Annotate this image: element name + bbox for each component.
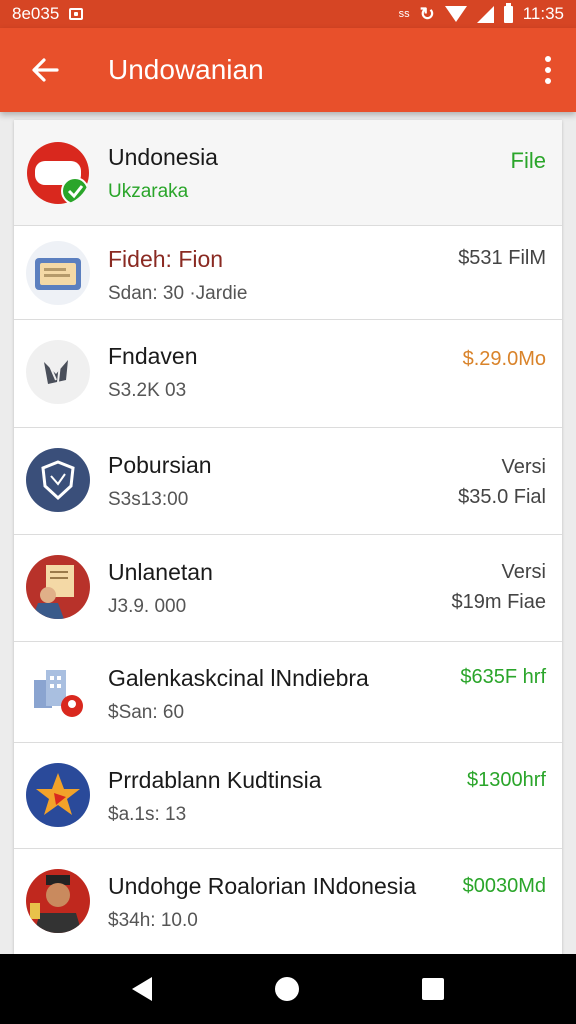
list-item[interactable]: Galenkaskcinal lNndiebra $San: 60 $635F … <box>14 642 562 743</box>
item-value: $.29.0Mo <box>463 344 546 374</box>
item-value: $1300hrf <box>467 765 546 795</box>
page-title: Undowanian <box>108 54 264 85</box>
item-title: Fndaven <box>108 343 198 369</box>
nav-recents-icon[interactable] <box>422 978 445 1000</box>
item-value: $0030Md <box>463 871 546 901</box>
status-bar: 8e035 ss ↻ 11:35 <box>0 0 576 28</box>
item-value-line1: Versi <box>501 561 546 583</box>
item-subtitle: J3.9. 000 <box>108 596 187 617</box>
person-document-icon <box>26 555 90 619</box>
item-subtitle: Sdan: 30 ·Jardie <box>108 283 248 304</box>
item-title: Undonesia <box>108 144 218 170</box>
item-title: Fideh: Fion <box>108 246 224 272</box>
navigation-bar <box>0 954 576 1024</box>
item-title: Galenkaskcinal lNndiebra <box>108 665 369 691</box>
item-value-line2: File <box>510 148 546 173</box>
list-item[interactable]: Fideh: Fion Sdan: 30 ·Jardie $531 FilM <box>14 226 562 320</box>
list-item[interactable]: Prrdablann Kudtinsia $a.1ѕ: 13 $1300hrf <box>14 743 562 849</box>
arrow-back-icon <box>32 58 59 82</box>
item-list: Undonesia Ukzaraka File Fideh: Fion Sdan… <box>14 120 562 955</box>
item-subtitle: $San: 60 <box>108 702 185 723</box>
status-small-text: ss <box>398 8 410 20</box>
item-value: File <box>511 146 546 176</box>
item-value: $531 FilM <box>458 243 546 273</box>
item-title: Undohge Roalorian INdonesia <box>108 873 417 899</box>
list-item[interactable]: Undonesia Ukzaraka File <box>14 120 562 226</box>
app-bar: Undowanian <box>0 28 576 112</box>
list-item[interactable]: Pobursian S3s13:00 Versi $35.0 Fial <box>14 428 562 535</box>
more-dot-icon <box>545 67 551 73</box>
shield-icon <box>26 448 90 512</box>
item-value-line2: $1300hrf <box>467 769 546 791</box>
item-subtitle: $a.1ѕ: 13 <box>108 804 187 825</box>
item-value-line2: $0030Md <box>462 875 546 897</box>
item-value-line1: Versi <box>501 456 546 478</box>
item-title: Unlanetan <box>108 559 213 585</box>
item-value: $635F hrf <box>460 662 546 692</box>
notification-icon <box>69 8 84 20</box>
nav-back-icon[interactable] <box>131 977 152 1001</box>
flag-badge-icon <box>26 141 90 205</box>
item-subtitle: Ukzaraka <box>108 181 189 202</box>
item-subtitle: S3.2K 03 <box>108 380 187 401</box>
star-icon <box>26 763 90 827</box>
list-item[interactable]: Fndaven S3.2K 03 $.29.0Mo <box>14 320 562 428</box>
more-dot-icon <box>545 56 551 62</box>
document-icon <box>26 241 90 305</box>
list-item[interactable]: Undohge Roalorian INdonesia $34h: 10.0 $… <box>14 849 562 955</box>
item-subtitle: $34h: 10.0 <box>108 910 198 931</box>
status-time: 11:35 <box>522 4 564 23</box>
item-value-line2: $35.0 Fial <box>458 486 546 508</box>
nav-home-icon[interactable] <box>274 977 299 1001</box>
wifi-icon <box>444 6 467 22</box>
item-value-line2: $531 FilM <box>458 247 546 269</box>
item-title: Pobursian <box>108 452 212 478</box>
list-item[interactable]: Unlanetan J3.9. 000 Versi $19m Fiae <box>14 535 562 642</box>
status-left-text: 8e035 <box>12 4 60 23</box>
emblem-icon <box>26 340 90 404</box>
building-pin-icon <box>26 660 90 724</box>
item-value: Versi $19m Fiae <box>452 557 547 617</box>
more-dot-icon <box>545 78 551 84</box>
item-title: Prrdablann Kudtinsia <box>108 767 322 793</box>
item-subtitle: S3s13:00 <box>108 489 189 510</box>
back-button[interactable] <box>0 28 90 112</box>
signal-icon <box>476 5 494 23</box>
item-value-line2: $19m Fiae <box>451 591 547 613</box>
item-value-line2: $.29.0Mo <box>462 348 546 370</box>
more-options-button[interactable] <box>520 28 576 112</box>
sync-icon: ↻ <box>419 3 435 24</box>
item-value: Versi $35.0 Fial <box>458 452 546 512</box>
avatar-icon <box>26 869 90 933</box>
battery-icon <box>503 2 513 23</box>
item-value-line2: $635F hrf <box>460 666 546 688</box>
